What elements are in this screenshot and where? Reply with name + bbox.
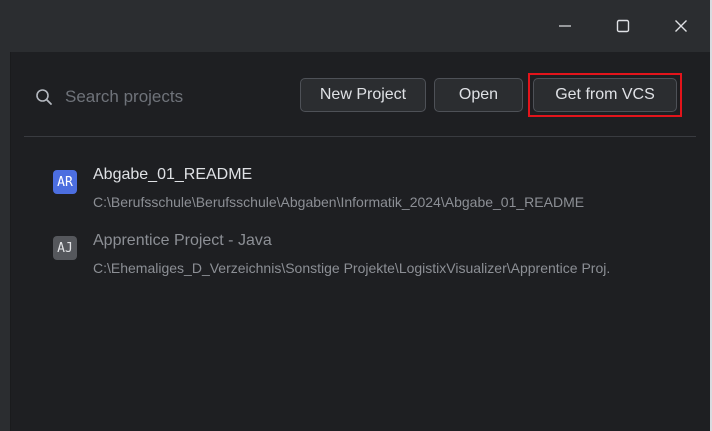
search-input[interactable] bbox=[65, 86, 295, 108]
project-path: C:\Ehemaliges_D_Verzeichnis\Sonstige Pro… bbox=[93, 260, 611, 276]
left-panel bbox=[0, 52, 11, 431]
maximize-button[interactable] bbox=[594, 0, 652, 52]
project-item[interactable]: AJ Apprentice Project - Java C:\Ehemalig… bbox=[51, 226, 701, 282]
search-bar bbox=[35, 86, 295, 108]
project-badge: AR bbox=[53, 170, 77, 194]
title-bar bbox=[0, 0, 712, 52]
project-badge: AJ bbox=[53, 236, 77, 260]
minimize-icon bbox=[559, 25, 571, 27]
divider bbox=[24, 136, 696, 137]
maximize-icon bbox=[616, 19, 630, 33]
open-button[interactable]: Open bbox=[434, 78, 523, 112]
get-from-vcs-button[interactable]: Get from VCS bbox=[533, 78, 677, 112]
close-icon bbox=[675, 20, 687, 32]
projects-panel: New Project Open Get from VCS AR Abgabe_… bbox=[11, 52, 710, 431]
new-project-button[interactable]: New Project bbox=[300, 78, 426, 112]
search-icon bbox=[35, 88, 53, 106]
project-name: Abgabe_01_README bbox=[93, 166, 253, 183]
close-button[interactable] bbox=[652, 0, 710, 52]
project-item[interactable]: AR Abgabe_01_README C:\Berufsschule\Beru… bbox=[51, 160, 701, 216]
project-path: C:\Berufsschule\Berufsschule\Abgaben\Inf… bbox=[93, 194, 585, 210]
welcome-window: New Project Open Get from VCS AR Abgabe_… bbox=[0, 0, 712, 431]
minimize-button[interactable] bbox=[536, 0, 594, 52]
project-name: Apprentice Project - Java bbox=[93, 232, 272, 249]
